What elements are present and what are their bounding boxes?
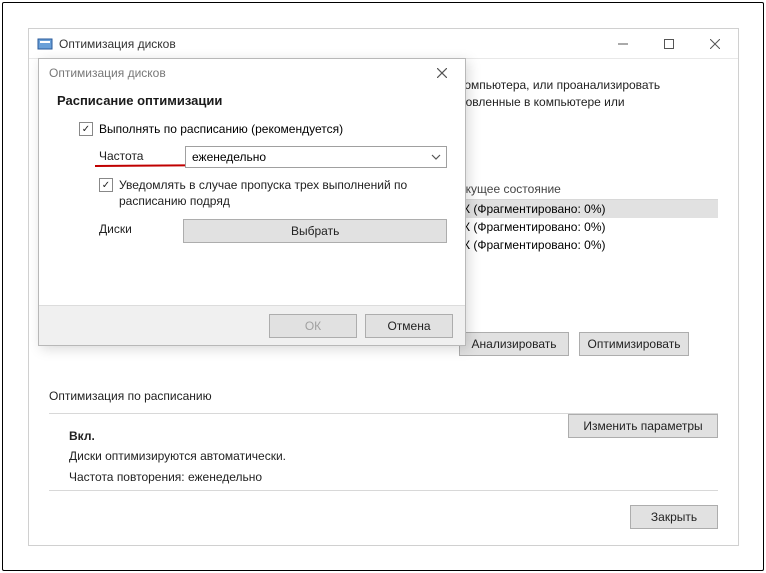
analyze-button[interactable]: Анализировать <box>459 332 569 356</box>
change-params-area: Изменить параметры <box>568 414 718 438</box>
schedule-line1: Диски оптимизируются автоматически. <box>69 449 286 463</box>
dialog-titlebar: Оптимизация дисков <box>39 59 465 87</box>
schedule-checkbox[interactable]: ✓ <box>79 122 93 136</box>
change-params-button[interactable]: Изменить параметры <box>568 414 718 438</box>
status-table: екущее состояние К (Фрагментировано: 0%)… <box>459 179 718 254</box>
main-titlebar: Оптимизация дисков <box>29 29 738 59</box>
disks-row: Диски Выбрать <box>57 219 447 243</box>
outer-frame: Оптимизация дисков компьютера, или проан… <box>2 2 764 571</box>
dialog-body: Расписание оптимизации ✓ Выполнять по ра… <box>39 87 465 243</box>
dialog-close-button[interactable] <box>429 60 455 86</box>
schedule-dialog: Оптимизация дисков Расписание оптимизаци… <box>38 58 466 346</box>
minimize-button[interactable] <box>600 29 646 59</box>
choose-disks-button[interactable]: Выбрать <box>183 219 447 243</box>
disks-label: Диски <box>99 219 167 236</box>
maximize-button[interactable] <box>646 29 692 59</box>
notify-checkbox-label: Уведомлять в случае пропуска трех выполн… <box>119 178 419 209</box>
info-text: компьютера, или проанализировать новленн… <box>459 77 718 111</box>
main-title: Оптимизация дисков <box>59 37 176 51</box>
notify-row: ✓ Уведомлять в случае пропуска трех выпо… <box>57 178 447 209</box>
dialog-title: Оптимизация дисков <box>49 66 166 80</box>
notify-checkbox[interactable]: ✓ <box>99 178 113 192</box>
divider <box>49 490 718 491</box>
frequency-value: еженедельно <box>192 150 266 164</box>
dialog-footer: ОК Отмена <box>39 305 465 345</box>
chevron-down-icon <box>430 151 442 163</box>
schedule-checkbox-label: Выполнять по расписанию (рекомендуется) <box>99 122 343 136</box>
close-area: Закрыть <box>630 505 718 529</box>
frequency-label: Частота <box>99 146 169 163</box>
status-header: екущее состояние <box>459 179 718 200</box>
table-row[interactable]: К (Фрагментировано: 0%) <box>459 200 718 218</box>
schedule-header: Оптимизация по расписанию <box>49 389 718 403</box>
cancel-button[interactable]: Отмена <box>365 314 453 338</box>
close-main-button[interactable]: Закрыть <box>630 505 718 529</box>
action-buttons: Анализировать Оптимизировать <box>459 332 689 356</box>
close-button[interactable] <box>692 29 738 59</box>
frequency-select[interactable]: еженедельно <box>185 146 447 168</box>
table-row[interactable]: К (Фрагментировано: 0%) <box>459 218 718 236</box>
ok-button[interactable]: ОК <box>269 314 357 338</box>
app-icon <box>37 36 53 52</box>
schedule-section: Оптимизация по расписанию Вкл. Диски опт… <box>49 389 718 487</box>
schedule-checkbox-row: ✓ Выполнять по расписанию (рекомендуется… <box>57 122 447 136</box>
dialog-heading: Расписание оптимизации <box>57 93 447 108</box>
window-controls <box>600 29 738 59</box>
table-row[interactable]: К (Фрагментировано: 0%) <box>459 236 718 254</box>
schedule-line2: Частота повторения: еженедельно <box>69 470 262 484</box>
optimize-button[interactable]: Оптимизировать <box>579 332 689 356</box>
